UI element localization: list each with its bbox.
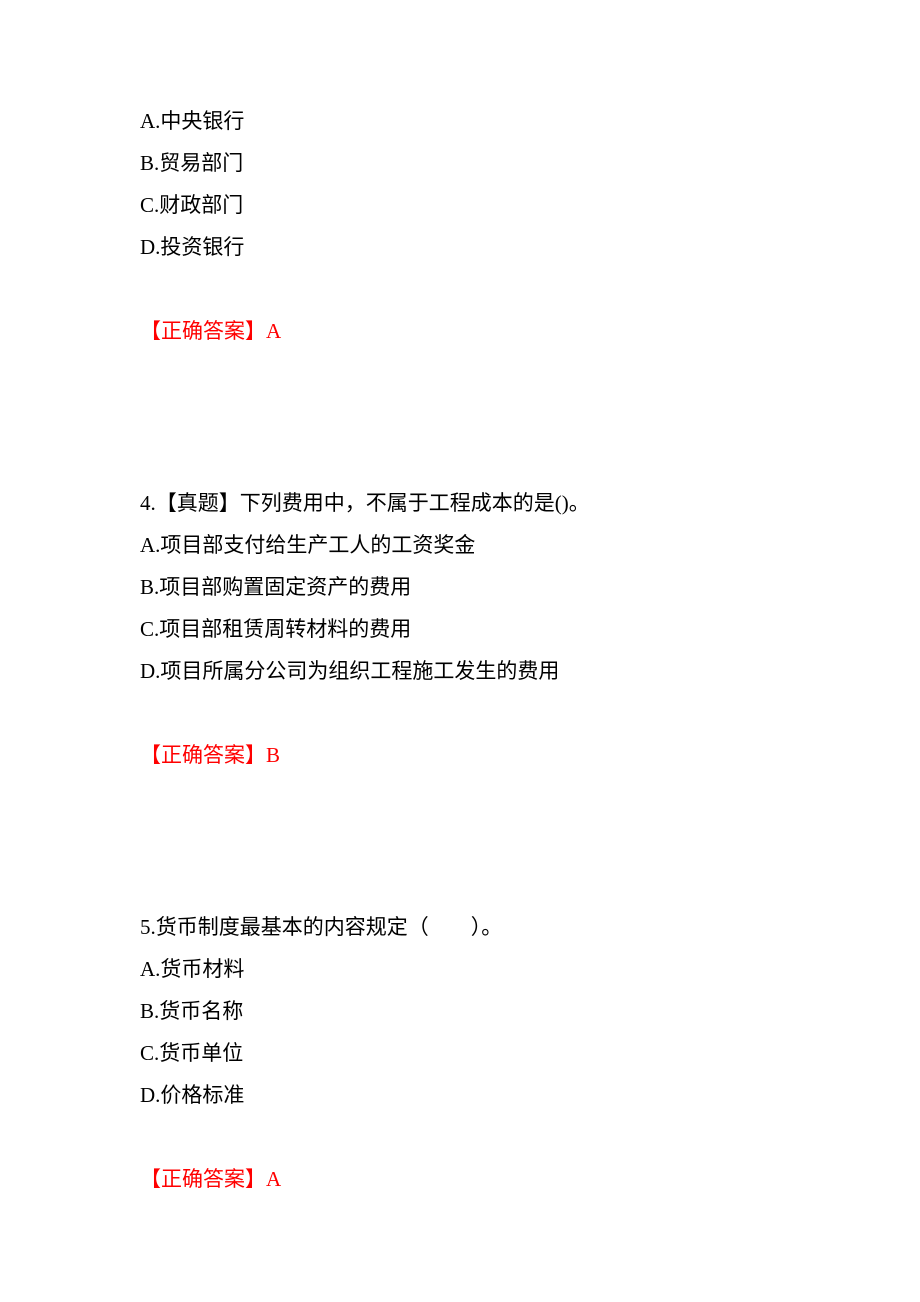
answer-label: 【正确答案】 bbox=[140, 319, 266, 343]
answer-label: 【正确答案】 bbox=[140, 1167, 266, 1191]
question-stem: 5.货币制度最基本的内容规定（ ）。 bbox=[140, 906, 800, 948]
choice-b: B.项目部购置固定资产的费用 bbox=[140, 566, 800, 608]
choice-a: A.项目部支付给生产工人的工资奖金 bbox=[140, 524, 800, 566]
choice-c: C.项目部租赁周转材料的费用 bbox=[140, 608, 800, 650]
answer-value: B bbox=[266, 743, 280, 767]
answer-value: A bbox=[266, 1167, 281, 1191]
correct-answer: 【正确答案】A bbox=[140, 1158, 800, 1200]
question-5-block: 5.货币制度最基本的内容规定（ ）。 A.货币材料 B.货币名称 C.货币单位 … bbox=[140, 906, 800, 1200]
choice-a: A.货币材料 bbox=[140, 948, 800, 990]
answer-label: 【正确答案】 bbox=[140, 743, 266, 767]
correct-answer: 【正确答案】B bbox=[140, 734, 800, 776]
choice-b: B.贸易部门 bbox=[140, 142, 800, 184]
choice-c: C.财政部门 bbox=[140, 184, 800, 226]
question-4-block: 4.【真题】下列费用中，不属于工程成本的是()。 A.项目部支付给生产工人的工资… bbox=[140, 482, 800, 776]
choice-a: A.中央银行 bbox=[140, 100, 800, 142]
choice-d: D.投资银行 bbox=[140, 226, 800, 268]
choice-b: B.货币名称 bbox=[140, 990, 800, 1032]
correct-answer: 【正确答案】A bbox=[140, 310, 800, 352]
answer-value: A bbox=[266, 319, 281, 343]
choice-d: D.项目所属分公司为组织工程施工发生的费用 bbox=[140, 650, 800, 692]
question-3-block: A.中央银行 B.贸易部门 C.财政部门 D.投资银行 【正确答案】A bbox=[140, 100, 800, 352]
question-stem: 4.【真题】下列费用中，不属于工程成本的是()。 bbox=[140, 482, 800, 524]
choice-c: C.货币单位 bbox=[140, 1032, 800, 1074]
choice-d: D.价格标准 bbox=[140, 1074, 800, 1116]
